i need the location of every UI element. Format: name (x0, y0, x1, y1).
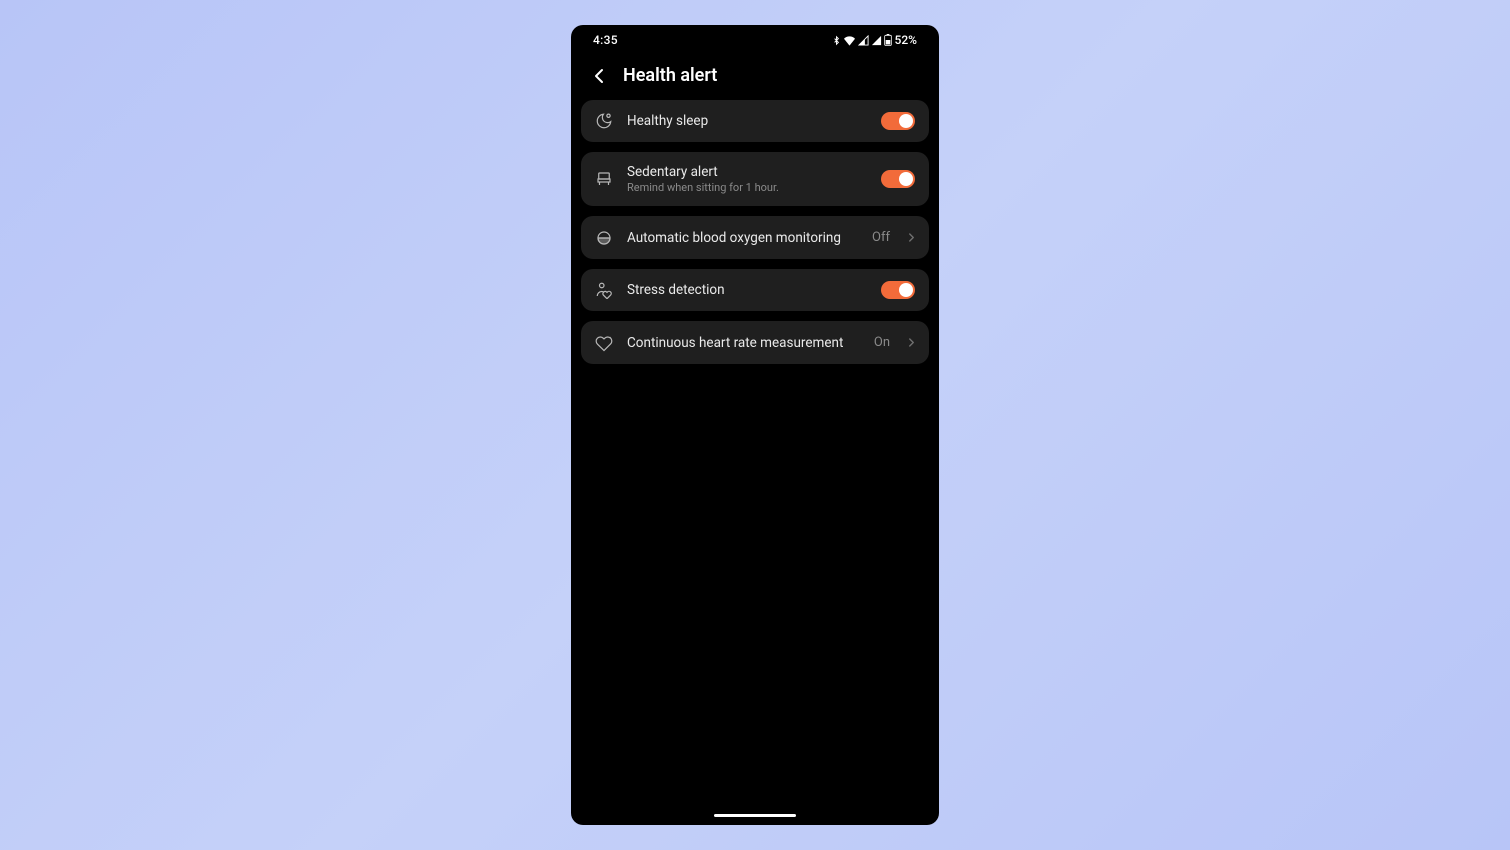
setting-stress[interactable]: Stress detection (581, 269, 929, 311)
bluetooth-icon (832, 35, 841, 46)
toggle-stress[interactable] (881, 281, 915, 299)
setting-value: Off (872, 230, 890, 245)
signal-icon (858, 35, 869, 46)
chair-icon (595, 170, 613, 188)
setting-blood-oxygen[interactable]: Automatic blood oxygen monitoring Off (581, 216, 929, 259)
setting-healthy-sleep[interactable]: Healthy sleep (581, 100, 929, 142)
toggle-sedentary[interactable] (881, 170, 915, 188)
home-indicator[interactable] (714, 814, 796, 817)
setting-subtitle: Remind when sitting for 1 hour. (627, 181, 867, 194)
battery-text: 52% (895, 33, 917, 47)
setting-sedentary[interactable]: Sedentary alert Remind when sitting for … (581, 152, 929, 206)
phone-frame: 4:35 52% Health alert (571, 25, 939, 825)
back-button[interactable] (589, 66, 609, 86)
battery-icon (884, 34, 892, 46)
page-header: Health alert (571, 55, 939, 100)
page-title: Health alert (623, 65, 717, 86)
chevron-left-icon (594, 68, 604, 84)
signal-icon-2 (871, 35, 882, 46)
setting-value: On (874, 335, 890, 350)
setting-label: Stress detection (627, 282, 867, 298)
wifi-icon (843, 35, 856, 46)
chevron-right-icon (908, 333, 915, 352)
blood-oxygen-icon (595, 229, 613, 247)
status-time: 4:35 (593, 33, 618, 47)
heart-icon (595, 334, 613, 352)
moon-icon (595, 112, 613, 130)
setting-label: Automatic blood oxygen monitoring (627, 230, 858, 246)
settings-list: Healthy sleep Sedentary alert Remind whe… (571, 100, 939, 364)
toggle-healthy-sleep[interactable] (881, 112, 915, 130)
setting-label: Healthy sleep (627, 113, 867, 129)
setting-label: Continuous heart rate measurement (627, 335, 860, 351)
chevron-right-icon (908, 228, 915, 247)
setting-heart-rate[interactable]: Continuous heart rate measurement On (581, 321, 929, 364)
setting-label: Sedentary alert (627, 164, 867, 180)
status-bar: 4:35 52% (571, 25, 939, 55)
stress-icon (595, 281, 613, 299)
status-indicators: 52% (832, 33, 917, 47)
